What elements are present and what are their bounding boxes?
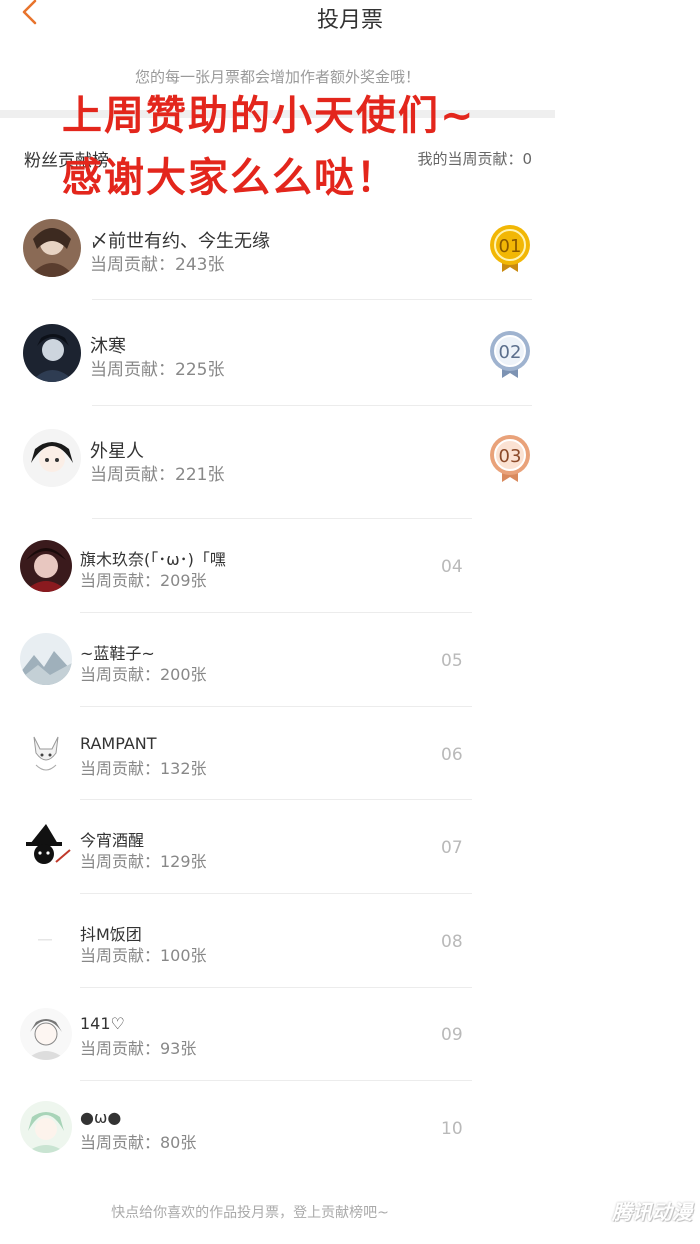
rank-number: 06 (441, 745, 463, 765)
subtitle: 您的每一张月票都会增加作者额外奖金哦！ (134, 68, 420, 86)
medal-rank-label: 02 (499, 342, 522, 363)
user-contribution: 当周贡献：221张 (90, 465, 225, 485)
medal-rank-label: 01 (499, 236, 522, 257)
row-divider (80, 706, 472, 707)
page-title: 投月票 (316, 8, 383, 33)
row-divider (92, 299, 532, 300)
user-name: RAMPANT (80, 734, 157, 753)
medal-rank-label: 03 (499, 446, 522, 467)
rank-number: 05 (441, 651, 463, 671)
row-divider (80, 1080, 472, 1081)
header: 投月票 (0, 0, 700, 40)
gold-medal-icon: 01 (488, 224, 532, 274)
avatar[interactable] (20, 820, 72, 872)
row-divider (92, 518, 472, 519)
avatar[interactable] (23, 429, 81, 487)
row-divider (80, 612, 472, 613)
user-name: ●ω● (80, 1108, 122, 1127)
avatar[interactable] (23, 219, 81, 277)
avatar[interactable] (20, 1008, 72, 1060)
user-contribution: 当周贡献：243张 (90, 255, 225, 275)
avatar[interactable] (20, 727, 72, 779)
watermark-logo: 腾讯动漫 (612, 1200, 692, 1224)
rank-number: 04 (441, 557, 463, 577)
user-name: 141♡ (80, 1014, 125, 1033)
avatar[interactable] (20, 914, 72, 966)
footer-hint: 快点给你喜欢的作品投月票，登上贡献榜吧~ (111, 1205, 389, 1221)
row-divider (80, 799, 472, 800)
user-contribution: 当周贡献：129张 (80, 852, 207, 871)
overlay-caption-line2: 感谢大家么么哒！ (62, 155, 398, 201)
avatar[interactable] (20, 540, 72, 592)
rank-number: 09 (441, 1025, 463, 1045)
rank-number: 10 (441, 1119, 463, 1139)
user-contribution: 当周贡献：132张 (80, 759, 207, 778)
bronze-medal-icon: 03 (488, 434, 532, 484)
row-divider (80, 893, 472, 894)
row-divider (80, 987, 472, 988)
silver-medal-icon: 02 (488, 330, 532, 380)
user-contribution: 当周贡献：80张 (80, 1133, 197, 1152)
avatar[interactable] (20, 1101, 72, 1153)
row-divider (92, 405, 532, 406)
user-contribution: 当周贡献：209张 (80, 571, 207, 590)
rank-number: 07 (441, 838, 463, 858)
user-contribution: 当周贡献：225张 (90, 360, 225, 380)
my-contribution: 我的当周贡献：0 (417, 150, 532, 168)
overlay-caption-line1: 上周赞助的小天使们~ (62, 93, 476, 139)
user-contribution: 当周贡献：93张 (80, 1039, 197, 1058)
avatar[interactable] (20, 633, 72, 685)
user-contribution: 当周贡献：100张 (80, 946, 207, 965)
avatar[interactable] (23, 324, 81, 382)
user-contribution: 当周贡献：200张 (80, 665, 207, 684)
rank-number: 08 (441, 932, 463, 952)
